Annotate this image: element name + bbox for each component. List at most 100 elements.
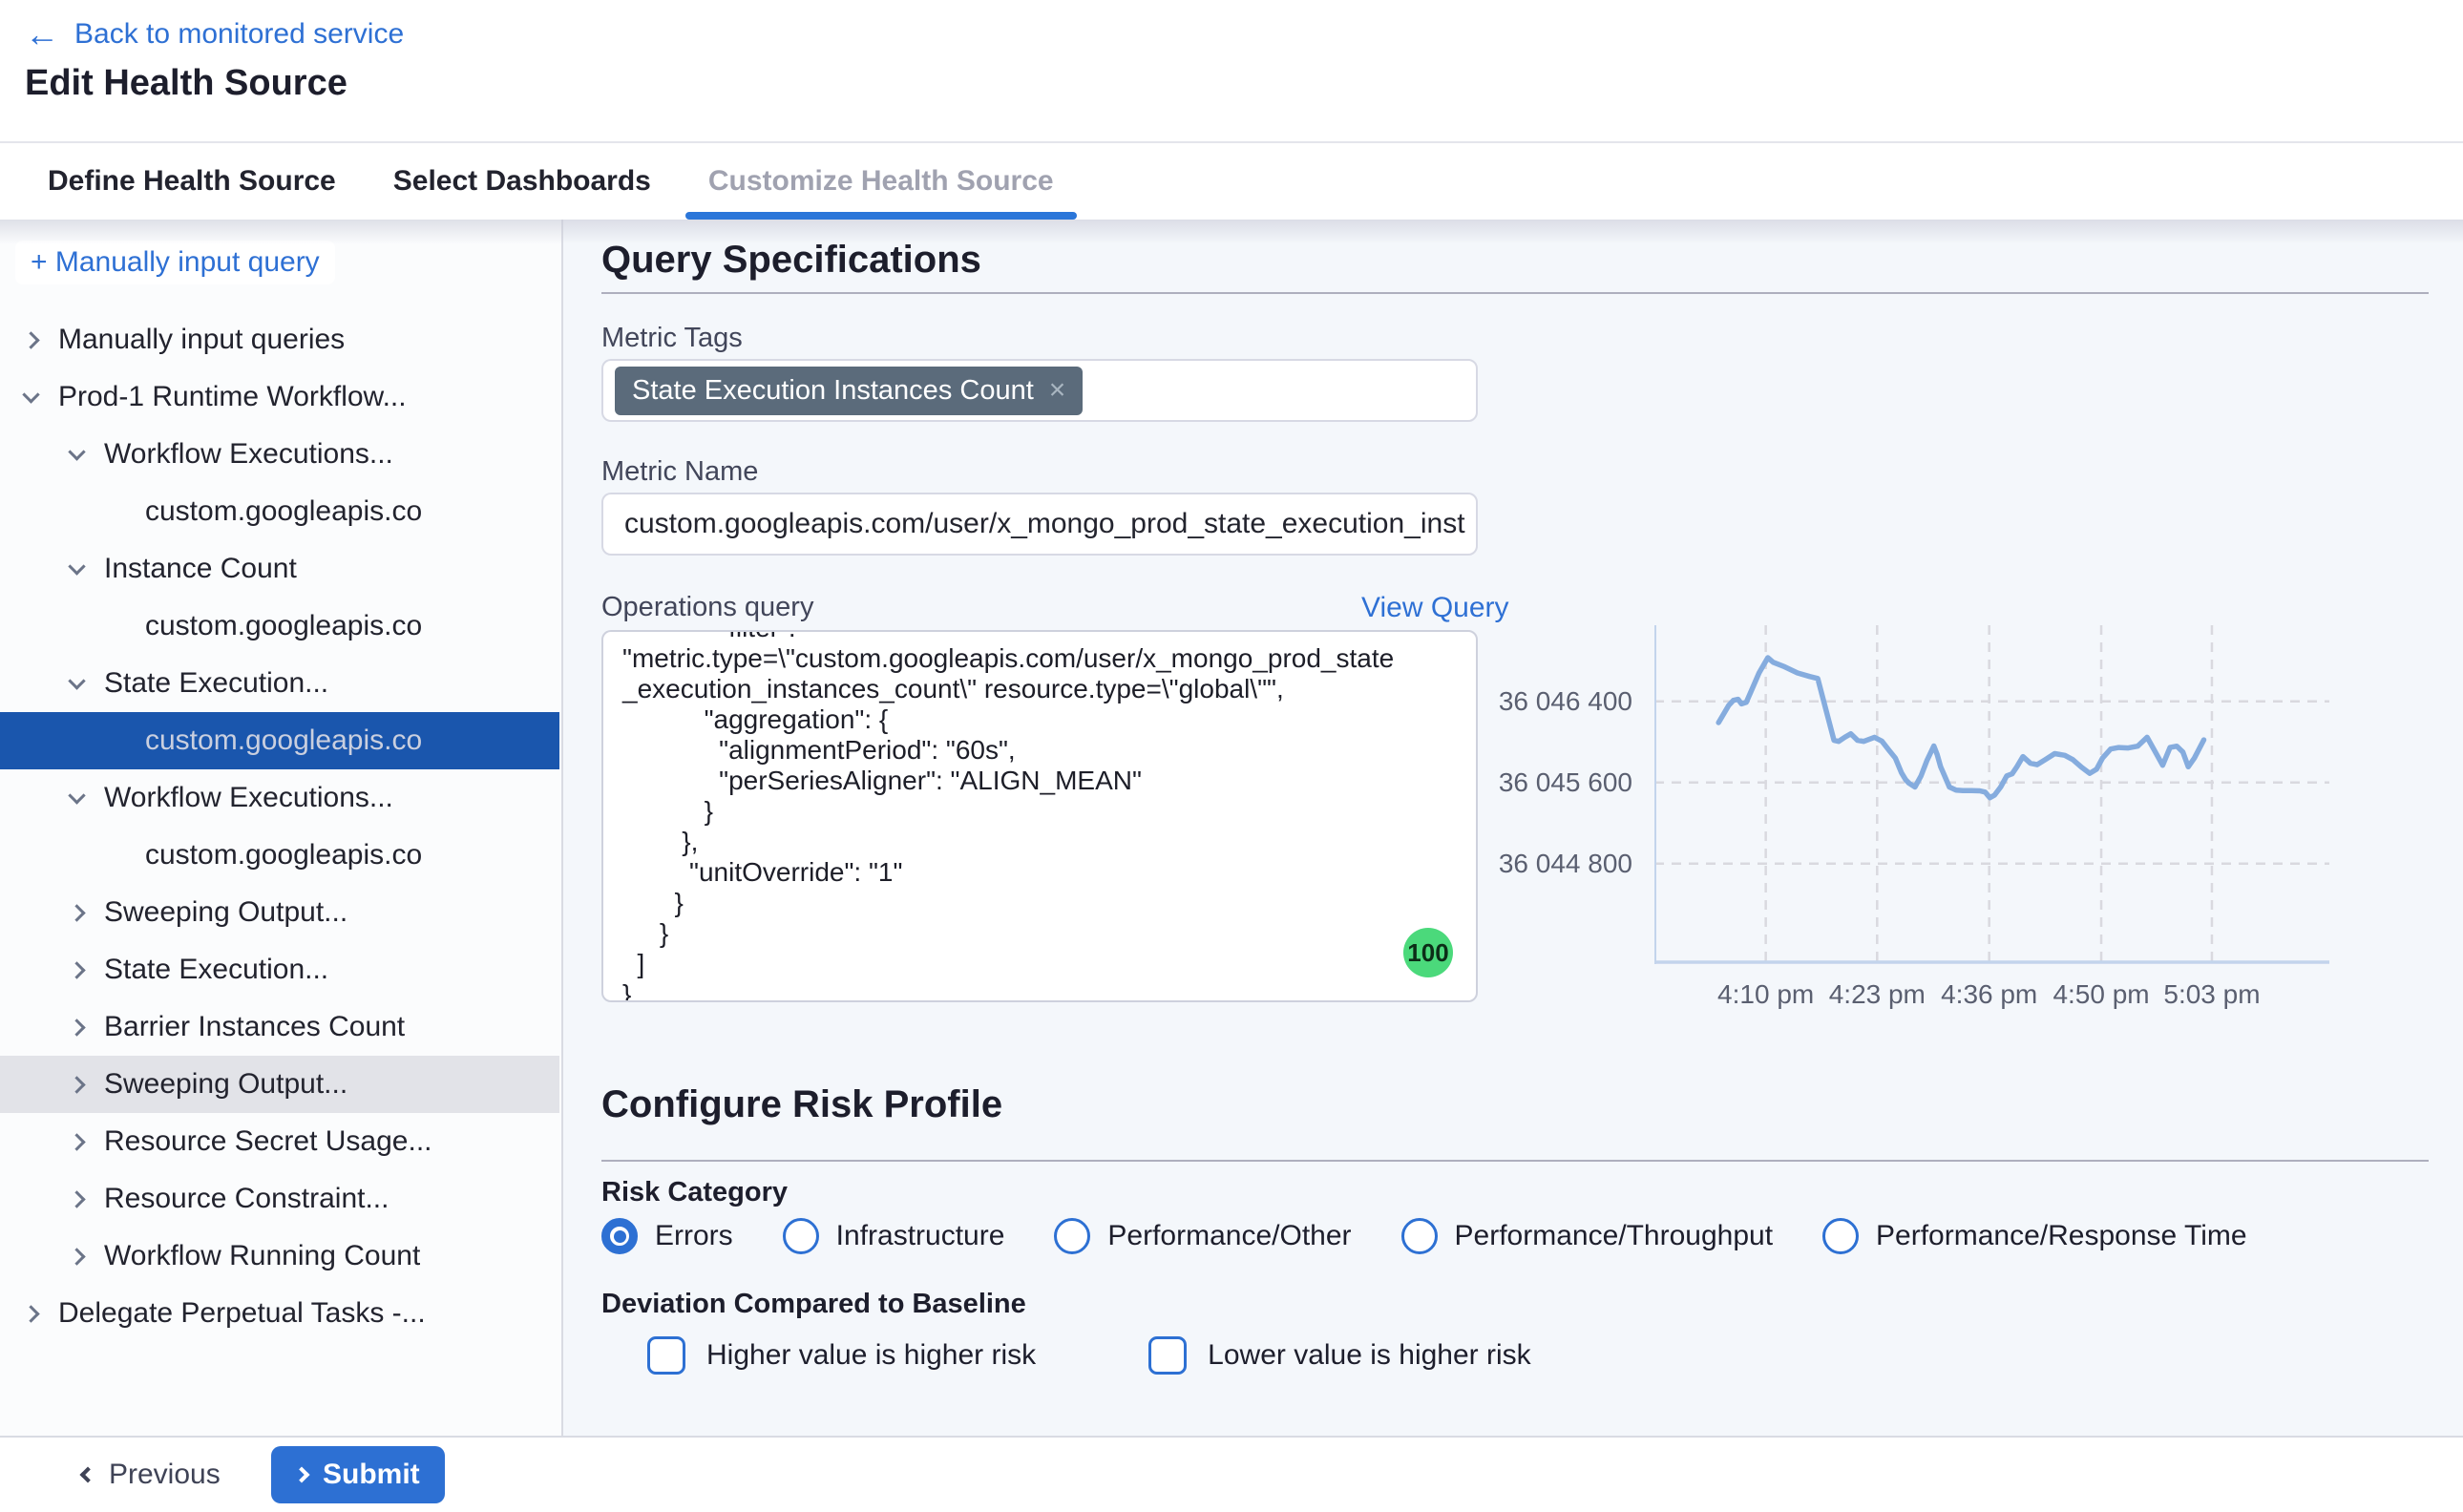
metric-tags-input[interactable]: State Execution Instances Count ×: [601, 359, 1478, 422]
radio-label: Performance/Response Time: [1876, 1220, 2247, 1252]
page-header: ← Back to monitored service Edit Health …: [0, 0, 2463, 141]
chevron-right-icon[interactable]: [68, 904, 85, 921]
sidebar-item-custom-googleapis-co[interactable]: custom.googleapis.co: [0, 712, 559, 769]
sidebar-item-resource-constraint[interactable]: Resource Constraint...: [0, 1170, 559, 1228]
chevron-right-icon[interactable]: [68, 1190, 85, 1208]
chevron-right-icon[interactable]: [68, 1076, 85, 1093]
chart-x-tick: 4:36 pm: [1941, 979, 2037, 1010]
sidebar-item-manually-input-queries[interactable]: Manually input queries: [0, 311, 559, 368]
checkbox-unchecked-icon[interactable]: [647, 1336, 685, 1375]
sidebar-item-workflow-executions[interactable]: Workflow Executions...: [0, 769, 559, 827]
radio-unselected-icon[interactable]: [1401, 1218, 1438, 1254]
tree-item-label: Sweeping Output...: [104, 1068, 347, 1101]
risk-category-radio-group: Errors Infrastructure Performance/Other Per…: [601, 1218, 2297, 1254]
submit-button[interactable]: Submit: [271, 1446, 445, 1503]
metric-tree: Manually input queries Prod-1 Runtime Wor…: [0, 311, 559, 1342]
chevron-right-icon[interactable]: [68, 1018, 85, 1036]
timeseries-line: [1718, 658, 2203, 798]
page-title: Edit Health Source: [25, 63, 347, 104]
chevron-right-icon[interactable]: [22, 331, 39, 348]
deviation-checkbox-group: Higher value is higher risk Lower value i…: [647, 1336, 1531, 1375]
sidebar-item-custom-googleapis-co[interactable]: custom.googleapis.co: [0, 598, 559, 655]
query-score-badge: 100: [1403, 928, 1453, 977]
sidebar-item-custom-googleapis-co[interactable]: custom.googleapis.co: [0, 827, 559, 884]
radio-label: Errors: [655, 1220, 733, 1252]
add-manual-query-button[interactable]: + Manually input query: [15, 241, 335, 284]
deviation-checkbox-lower-value-is-higher-risk[interactable]: Lower value is higher risk: [1148, 1336, 1530, 1375]
remove-tag-icon[interactable]: ×: [1049, 376, 1066, 405]
sidebar-item-delegate-perpetual-tasks[interactable]: Delegate Perpetual Tasks -...: [0, 1285, 559, 1342]
risk-radio-infrastructure[interactable]: Infrastructure: [783, 1218, 1005, 1254]
risk-radio-performance-other[interactable]: Performance/Other: [1054, 1218, 1351, 1254]
sidebar-item-barrier-instances-count[interactable]: Barrier Instances Count: [0, 998, 559, 1056]
chevron-down-icon[interactable]: [68, 443, 85, 460]
back-link-label: Back to monitored service: [74, 18, 404, 51]
metric-tag-chip: State Execution Instances Count ×: [615, 367, 1083, 415]
sidebar-item-prod-1-runtime-workflow[interactable]: Prod-1 Runtime Workflow...: [0, 368, 559, 426]
tree-item-label: Delegate Perpetual Tasks -...: [58, 1297, 426, 1330]
main-panel: Query Specifications Metric Tags State E…: [563, 220, 2463, 1436]
radio-label: Infrastructure: [836, 1220, 1005, 1252]
metric-preview-chart: [1654, 625, 2329, 964]
submit-button-label: Submit: [323, 1459, 420, 1491]
previous-button[interactable]: Previous: [82, 1459, 221, 1491]
previous-button-label: Previous: [109, 1459, 221, 1491]
back-arrow-icon: ←: [25, 17, 59, 52]
sidebar-item-instance-count[interactable]: Instance Count: [0, 540, 559, 598]
tree-item-label: Manually input queries: [58, 324, 345, 356]
tree-item-label: Workflow Executions...: [104, 438, 393, 471]
chevron-down-icon[interactable]: [68, 787, 85, 804]
chevron-left-icon: [80, 1467, 96, 1483]
sidebar-item-sweeping-output[interactable]: Sweeping Output...: [0, 1056, 559, 1113]
tree-item-label: State Execution...: [104, 954, 328, 986]
query-sidebar: + Manually input query Manually input qu…: [0, 220, 563, 1436]
chart-y-tick: 36 044 800: [1470, 849, 1632, 879]
risk-radio-errors[interactable]: Errors: [601, 1218, 733, 1254]
tree-item-label: custom.googleapis.co: [145, 839, 422, 872]
radio-unselected-icon[interactable]: [783, 1218, 819, 1254]
tab-define-health-source[interactable]: Define Health Source: [19, 143, 365, 220]
tree-item-label: Workflow Executions...: [104, 782, 393, 814]
tree-item-label: Instance Count: [104, 553, 297, 585]
deviation-baseline-label: Deviation Compared to Baseline: [601, 1289, 1026, 1320]
chevron-right-icon: [294, 1467, 310, 1483]
footer-bar: Previous Submit: [0, 1436, 2463, 1512]
operations-query-label: Operations query: [601, 592, 813, 623]
metric-tag-chip-label: State Execution Instances Count: [632, 375, 1034, 407]
sidebar-item-custom-googleapis-co[interactable]: custom.googleapis.co: [0, 483, 559, 540]
checkbox-unchecked-icon[interactable]: [1148, 1336, 1187, 1375]
radio-unselected-icon[interactable]: [1822, 1218, 1859, 1254]
radio-label: Performance/Throughput: [1455, 1220, 1774, 1252]
radio-selected-icon[interactable]: [601, 1218, 638, 1254]
risk-radio-performance-response-time[interactable]: Performance/Response Time: [1822, 1218, 2247, 1254]
sidebar-item-sweeping-output[interactable]: Sweeping Output...: [0, 884, 559, 941]
risk-category-label: Risk Category: [601, 1177, 788, 1208]
radio-label: Performance/Other: [1107, 1220, 1351, 1252]
section-divider: [601, 292, 2429, 294]
sidebar-item-state-execution[interactable]: State Execution...: [0, 655, 559, 712]
metric-name-field[interactable]: custom.googleapis.com/user/x_mongo_prod_…: [601, 493, 1478, 556]
chevron-right-icon[interactable]: [68, 961, 85, 978]
view-query-link[interactable]: View Query: [1361, 592, 1478, 624]
chevron-right-icon[interactable]: [68, 1133, 85, 1150]
operations-query-editor[interactable]: "filter": "metric.type=\"custom.googleap…: [601, 630, 1478, 1002]
chevron-right-icon[interactable]: [22, 1305, 39, 1322]
chevron-down-icon[interactable]: [22, 386, 39, 403]
sidebar-item-resource-secret-usage[interactable]: Resource Secret Usage...: [0, 1113, 559, 1170]
sidebar-item-workflow-executions[interactable]: Workflow Executions...: [0, 426, 559, 483]
metric-tags-label: Metric Tags: [601, 323, 743, 354]
back-link[interactable]: ← Back to monitored service: [25, 17, 404, 52]
radio-unselected-icon[interactable]: [1054, 1218, 1090, 1254]
sidebar-item-state-execution[interactable]: State Execution...: [0, 941, 559, 998]
checkbox-label: Lower value is higher risk: [1208, 1339, 1530, 1372]
chevron-down-icon[interactable]: [68, 672, 85, 689]
metric-name-label: Metric Name: [601, 456, 758, 488]
deviation-checkbox-higher-value-is-higher-risk[interactable]: Higher value is higher risk: [647, 1336, 1036, 1375]
tab-customize-health-source[interactable]: Customize Health Source: [680, 143, 1083, 220]
tab-select-dashboards[interactable]: Select Dashboards: [365, 143, 680, 220]
chevron-down-icon[interactable]: [68, 557, 85, 575]
chevron-right-icon[interactable]: [68, 1248, 85, 1265]
risk-radio-performance-throughput[interactable]: Performance/Throughput: [1401, 1218, 1774, 1254]
tree-item-label: Prod-1 Runtime Workflow...: [58, 381, 407, 413]
sidebar-item-workflow-running-count[interactable]: Workflow Running Count: [0, 1228, 559, 1285]
